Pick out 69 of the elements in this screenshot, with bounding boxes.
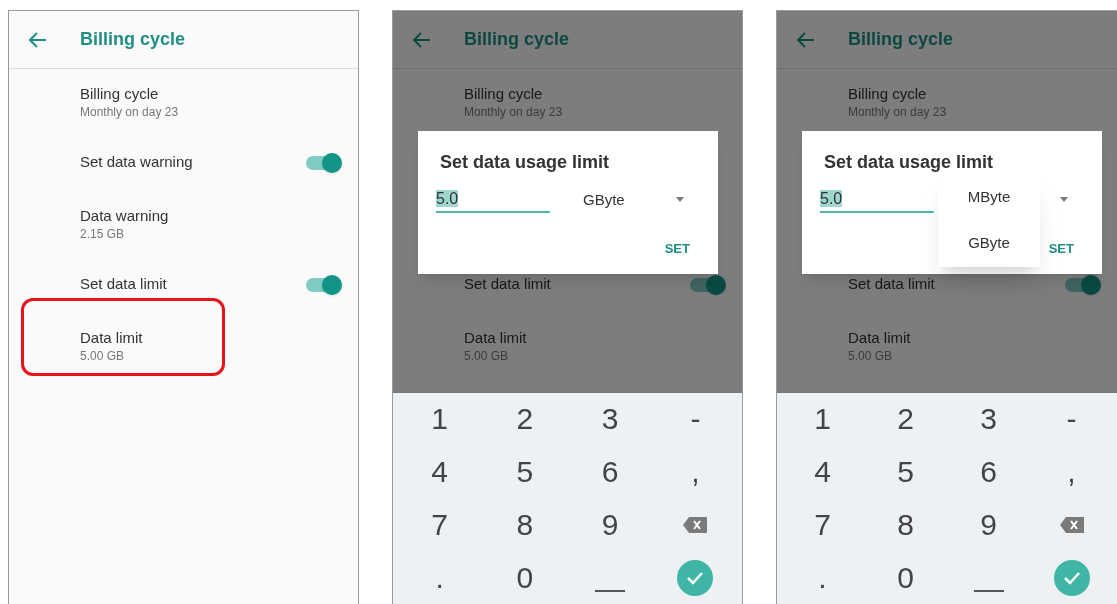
unit-selector[interactable]: GByte: [583, 189, 625, 212]
setting-title[interactable]: Billing cycle: [80, 83, 358, 104]
setting-summary: 5.00 GB: [464, 347, 510, 364]
keyboard-key[interactable]: 3: [947, 392, 1030, 445]
toggle-switch[interactable]: [306, 277, 340, 292]
value-input-field[interactable]: 5.0: [436, 187, 550, 213]
back-arrow-icon[interactable]: [797, 31, 815, 48]
keyboard-key[interactable]: 1: [781, 392, 864, 445]
keyboard-key[interactable]: 5: [482, 445, 568, 498]
setting-title[interactable]: Billing cycle: [848, 83, 1117, 104]
setting-label: Set data warning: [80, 152, 194, 173]
keyboard-key[interactable]: 0: [482, 551, 568, 604]
setting-label: Set data limit: [848, 274, 936, 295]
keyboard-key[interactable]: ,: [652, 445, 738, 498]
screen-title: Billing cycle: [848, 28, 954, 51]
keyboard-key[interactable]: 9: [567, 498, 653, 551]
setting-summary: 2.15 GB: [80, 225, 126, 242]
keyboard-key[interactable]: 7: [781, 498, 864, 551]
dropdown-option[interactable]: MByte: [938, 174, 1040, 221]
dropdown-caret-icon[interactable]: [1060, 197, 1068, 202]
setting-summary: 5.00 GB: [848, 347, 894, 364]
back-arrow-icon[interactable]: [413, 31, 431, 48]
keyboard-key[interactable]: 6: [947, 445, 1030, 498]
backspace-icon[interactable]: [683, 516, 708, 533]
keyboard-key[interactable]: 8: [864, 498, 947, 551]
setting-summary: Monthly on day 23: [464, 103, 564, 120]
checkmark-button-icon[interactable]: [677, 559, 714, 596]
toggle-switch[interactable]: [690, 277, 724, 292]
keyboard-key[interactable]: .: [781, 551, 864, 604]
setting-title[interactable]: Data limit: [80, 327, 358, 348]
toggle-switch[interactable]: [306, 155, 340, 170]
setting-label: Set data limit: [464, 274, 552, 295]
dropdown-option[interactable]: GByte: [938, 220, 1040, 267]
keyboard-key[interactable]: 5: [864, 445, 947, 498]
keyboard-key[interactable]: 7: [397, 498, 483, 551]
keyboard-key[interactable]: 6: [567, 445, 653, 498]
set-button[interactable]: SET: [664, 239, 690, 259]
keyboard-key[interactable]: .: [397, 551, 483, 604]
keyboard-key[interactable]: 2: [864, 392, 947, 445]
setting-summary: Monthly on day 23: [848, 103, 948, 120]
screen-title: Billing cycle: [464, 28, 570, 51]
setting-summary: 5.00 GB: [80, 347, 126, 364]
keyboard-key[interactable]: 2: [482, 392, 568, 445]
value-input-field[interactable]: 5.0: [820, 187, 934, 213]
setting-title[interactable]: Data limit: [848, 327, 1117, 348]
setting-label: Set data limit: [80, 274, 168, 295]
back-arrow-icon[interactable]: [29, 31, 47, 48]
toggle-switch[interactable]: [1065, 277, 1099, 292]
keyboard-key[interactable]: -: [1030, 392, 1113, 445]
setting-title[interactable]: Data warning: [80, 205, 358, 226]
setting-title[interactable]: Data limit: [464, 327, 742, 348]
setting-title[interactable]: Billing cycle: [464, 83, 742, 104]
screen-title: Billing cycle: [80, 28, 186, 51]
setting-summary: Monthly on day 23: [80, 103, 180, 120]
keyboard-key[interactable]: 0: [864, 551, 947, 604]
keyboard-key[interactable]: ,: [1030, 445, 1113, 498]
keyboard-key[interactable]: 4: [781, 445, 864, 498]
keyboard-key[interactable]: 8: [482, 498, 568, 551]
dropdown-caret-icon[interactable]: [676, 197, 684, 202]
keyboard-key[interactable]: 1: [397, 392, 483, 445]
keyboard-key[interactable]: 9: [947, 498, 1030, 551]
set-button[interactable]: SET: [1048, 239, 1074, 259]
keyboard-key[interactable]: -: [652, 392, 738, 445]
backspace-icon[interactable]: [1059, 516, 1084, 533]
dialog-title: Set data usage limit: [440, 151, 610, 174]
keyboard-key[interactable]: 3: [567, 392, 653, 445]
dialog-title: Set data usage limit: [824, 151, 994, 174]
keyboard-key[interactable]: 4: [397, 445, 483, 498]
checkmark-button-icon[interactable]: [1053, 559, 1090, 596]
